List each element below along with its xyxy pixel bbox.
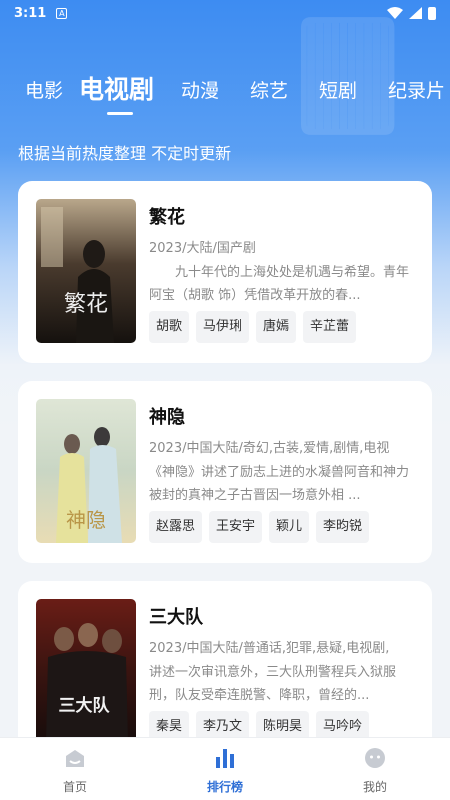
active-tab-indicator (107, 112, 133, 115)
notification-icon: A (56, 7, 68, 19)
poster-image[interactable]: 三大队 (36, 599, 136, 743)
poster-image[interactable]: 繁花 (36, 199, 136, 343)
profile-icon (365, 748, 385, 768)
poster-image[interactable]: 神隐 (36, 399, 136, 543)
nav-label: 排行榜 (206, 780, 243, 794)
drama-description: 九十年代的上海处处是机遇与希望。青年阿宝（胡歌 饰）凭借改革开放的春... (149, 265, 410, 303)
cast-tag[interactable]: 辛芷蕾 (303, 311, 357, 343)
drama-title[interactable]: 繁花 (149, 203, 185, 229)
tab-tv-series[interactable]: 电视剧 (79, 70, 154, 106)
drama-description: 《神隐》讲述了励志上进的水凝兽阿音和神力被封的真神之子古晋因一场意外相 ... (149, 465, 410, 503)
cast-tags: 赵露思 王安宇 颖儿 李昀锐 (149, 511, 370, 543)
drama-meta: 2023/中国大陆/奇幻,古装,爱情,剧情,电视 (149, 441, 390, 456)
ranking-subtitle: 根据当前热度整理 不定时更新 (18, 144, 232, 163)
nav-home[interactable]: 首页 (0, 738, 150, 800)
nav-ranking[interactable]: 排行榜 (150, 738, 300, 800)
cast-tag[interactable]: 李昀锐 (316, 511, 370, 543)
drama-meta: 2023/大陆/国产剧 (149, 241, 256, 256)
home-icon (66, 750, 84, 767)
nav-profile[interactable]: 我的 (300, 738, 450, 800)
status-bar: 3:11 A (0, 0, 450, 26)
cast-tag[interactable]: 赵露思 (149, 511, 203, 543)
drama-title[interactable]: 三大队 (149, 603, 203, 629)
nav-label: 首页 (62, 780, 87, 794)
nav-label: 我的 (362, 780, 387, 794)
poster-caption: 三大队 (59, 695, 111, 716)
tab-short-drama[interactable]: 短剧 (319, 76, 357, 103)
wifi-icon (387, 7, 403, 19)
drama-description: 讲述一次审讯意外，三大队刑警程兵入狱服刑，队友受牵连脱警、降职，曾经的... (149, 665, 397, 703)
cast-tag[interactable]: 马伊琍 (196, 311, 250, 343)
battery-icon (428, 6, 436, 20)
drama-card[interactable]: 神隐 神隐 2023/中国大陆/奇幻,古装,爱情,剧情,电视 《神隐》讲述了励志… (18, 381, 432, 563)
signal-icon (409, 7, 422, 19)
tab-movie[interactable]: 电影 (25, 76, 63, 103)
tab-variety[interactable]: 综艺 (250, 76, 288, 103)
poster-caption: 繁花 (64, 292, 108, 317)
drama-meta: 2023/中国大陆/普通话,犯罪,悬疑,电视剧, (149, 641, 390, 656)
drama-title[interactable]: 神隐 (149, 403, 185, 429)
cast-tag[interactable]: 颖儿 (269, 511, 310, 543)
cast-tags: 胡歌 马伊琍 唐嫣 辛芷蕾 (149, 311, 357, 343)
tab-documentary[interactable]: 纪录片 (388, 76, 445, 103)
tab-anime[interactable]: 动漫 (181, 76, 219, 103)
drama-card[interactable]: 繁花 繁花 2023/大陆/国产剧 九十年代的上海处处是机遇与希望。青年阿宝（胡… (18, 181, 432, 363)
cast-tag[interactable]: 唐嫣 (256, 311, 297, 343)
status-time: 3:11 (14, 5, 47, 21)
drama-card[interactable]: 三大队 三大队 2023/中国大陆/普通话,犯罪,悬疑,电视剧, 讲述一次审讯意… (18, 581, 432, 763)
ranking-icon (216, 749, 234, 768)
category-tabs: 电影 电视剧 动漫 综艺 短剧 纪录片 (0, 66, 450, 116)
poster-caption: 神隐 (66, 508, 106, 532)
cast-tag[interactable]: 王安宇 (209, 511, 263, 543)
bottom-navigation: 首页 排行榜 我的 (0, 737, 450, 800)
cast-tag[interactable]: 胡歌 (149, 311, 190, 343)
